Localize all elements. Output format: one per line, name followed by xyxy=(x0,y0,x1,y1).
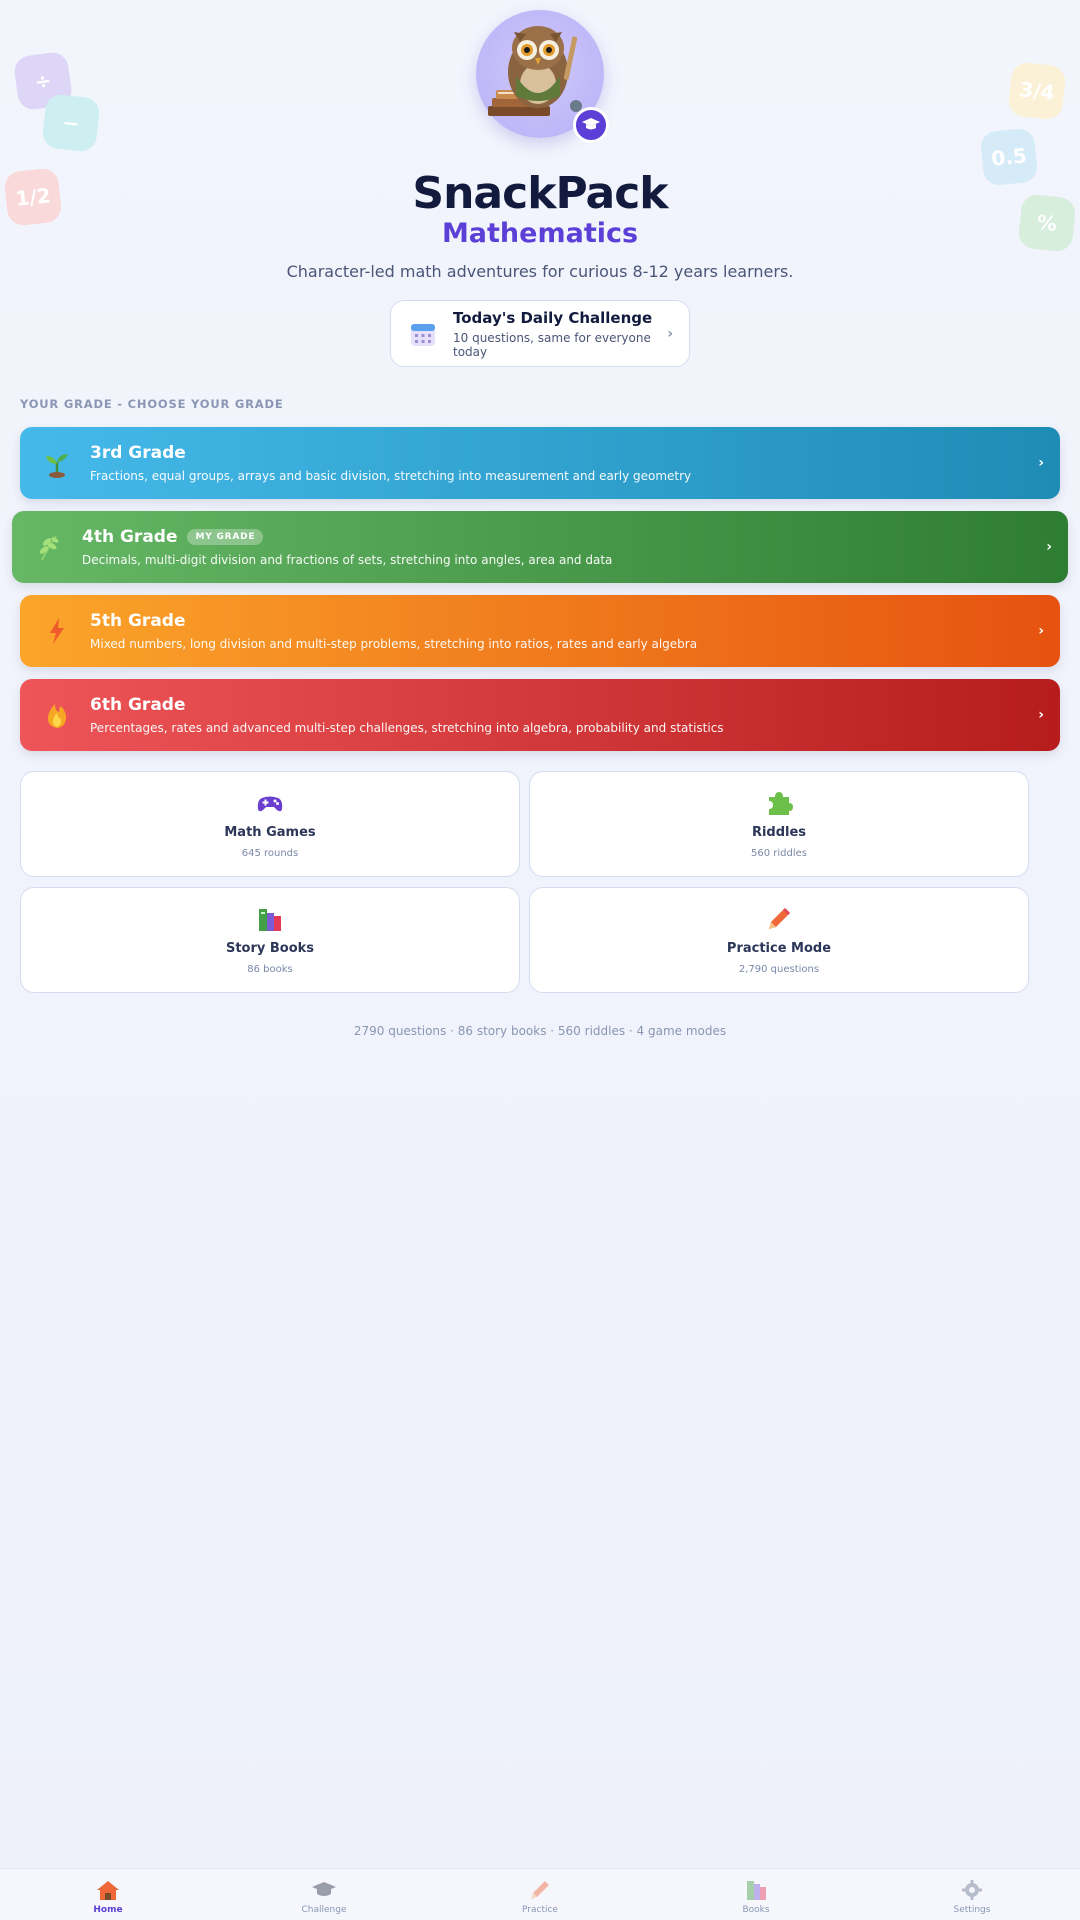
pencil-icon xyxy=(769,908,790,929)
nav-label: Practice xyxy=(522,1905,558,1915)
books-icon xyxy=(259,909,281,931)
daily-challenge-title: Today's Daily Challenge xyxy=(453,308,653,327)
riddles-tile[interactable]: Riddles 560 riddles xyxy=(529,771,1029,877)
grade-description: Decimals, multi-digit division and fract… xyxy=(82,553,613,567)
feature-title: Story Books xyxy=(225,941,315,956)
feature-subtitle: 645 rounds xyxy=(241,848,299,859)
grade-title: 4th Grade xyxy=(82,527,178,547)
grade-card-6th[interactable]: 6th Grade Percentages, rates and advance… xyxy=(20,679,1060,751)
gamepad-icon xyxy=(257,796,283,812)
grade-description: Fractions, equal groups, arrays and basi… xyxy=(90,469,692,483)
nav-item-challenge[interactable]: Challenge xyxy=(216,1869,432,1920)
pencil-icon xyxy=(531,1881,549,1899)
nav-item-practice[interactable]: Practice xyxy=(432,1869,648,1920)
grade-description: Percentages, rates and advanced multi-st… xyxy=(90,721,724,735)
herb-icon xyxy=(30,528,68,566)
chevron-right-icon: › xyxy=(667,325,673,342)
seedling-icon xyxy=(38,444,76,482)
decor-minus-tile: − xyxy=(41,93,101,153)
nav-label: Settings xyxy=(953,1905,991,1915)
feature-title: Practice Mode xyxy=(726,941,832,956)
chevron-right-icon: › xyxy=(1046,539,1052,555)
feature-subtitle: 86 books xyxy=(247,964,293,975)
story-books-tile[interactable]: Story Books 86 books xyxy=(20,887,520,993)
chevron-right-icon: › xyxy=(1038,623,1044,639)
calendar-icon xyxy=(411,323,435,346)
grade-title: 5th Grade xyxy=(90,611,186,631)
daily-challenge-card[interactable]: Today's Daily Challenge 10 questions, sa… xyxy=(390,300,690,367)
grade-card-4th[interactable]: 4th Grade MY GRADE Decimals, multi-digit… xyxy=(12,511,1068,583)
app-title: SnackPack xyxy=(412,168,668,219)
grade-section-label: YOUR GRADE - CHOOSE YOUR GRADE xyxy=(20,397,284,411)
feature-title: Riddles xyxy=(751,825,807,840)
content-stats-line: 2790 questions · 86 story books · 560 ri… xyxy=(353,1024,727,1038)
graduation-cap-badge-icon xyxy=(573,107,609,143)
feature-title: Math Games xyxy=(224,825,316,840)
nav-item-home[interactable]: Home xyxy=(0,1869,216,1920)
fire-icon xyxy=(38,696,76,734)
nav-label: Home xyxy=(93,1905,123,1915)
puzzle-icon xyxy=(769,792,793,815)
nav-label: Books xyxy=(742,1905,770,1915)
grade-title: 6th Grade xyxy=(90,695,186,715)
gear-icon xyxy=(962,1880,982,1900)
my-grade-badge: MY GRADE xyxy=(187,529,264,545)
app-subtitle: Mathematics xyxy=(441,218,639,249)
lightning-icon xyxy=(38,612,76,650)
grade-card-3rd[interactable]: 3rd Grade Fractions, equal groups, array… xyxy=(20,427,1060,499)
practice-mode-tile[interactable]: Practice Mode 2,790 questions xyxy=(529,887,1029,993)
feature-subtitle: 2,790 questions xyxy=(738,964,820,975)
decor-three-quarters-tile: 3/4 xyxy=(1007,61,1067,121)
books-icon xyxy=(747,1881,766,1900)
chevron-right-icon: › xyxy=(1038,455,1044,471)
grade-title: 3rd Grade xyxy=(90,443,186,463)
math-games-tile[interactable]: Math Games 645 rounds xyxy=(20,771,520,877)
nav-item-settings[interactable]: Settings xyxy=(864,1869,1080,1920)
graduation-cap-icon xyxy=(312,1882,336,1896)
grade-card-5th[interactable]: 5th Grade Mixed numbers, long division a… xyxy=(20,595,1060,667)
nav-label: Challenge xyxy=(301,1905,347,1915)
feature-subtitle: 560 riddles xyxy=(751,848,807,859)
daily-challenge-subtitle: 10 questions, same for everyone today xyxy=(453,330,651,359)
chevron-right-icon: › xyxy=(1038,707,1044,723)
grade-description: Mixed numbers, long division and multi-s… xyxy=(90,637,698,651)
bottom-nav: Home Challenge Practice Books Settings xyxy=(0,1868,1080,1920)
house-icon xyxy=(97,1881,119,1900)
nav-item-books[interactable]: Books xyxy=(648,1869,864,1920)
tagline: Character-led math adventures for curiou… xyxy=(286,262,794,281)
